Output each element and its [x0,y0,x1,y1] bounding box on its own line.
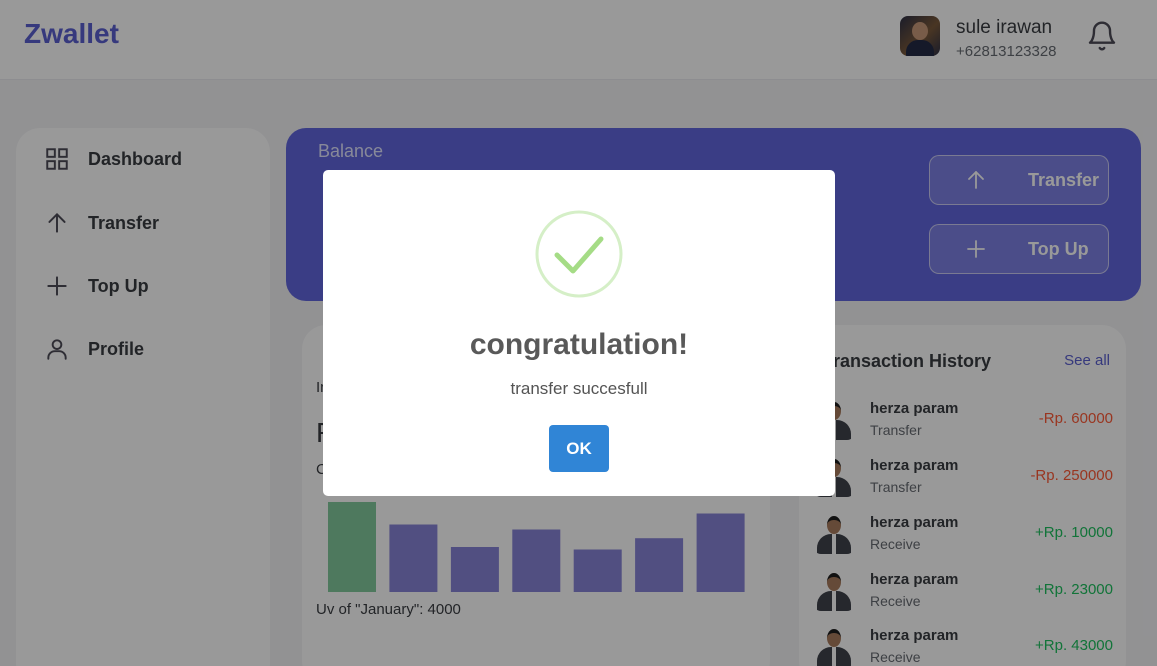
ok-button[interactable]: OK [549,425,609,472]
modal-text: transfer succesfull [510,379,648,398]
modal-title: congratulation! [469,328,689,361]
success-modal: congratulation! transfer succesfull OK [323,170,835,496]
success-check-icon [535,210,623,298]
